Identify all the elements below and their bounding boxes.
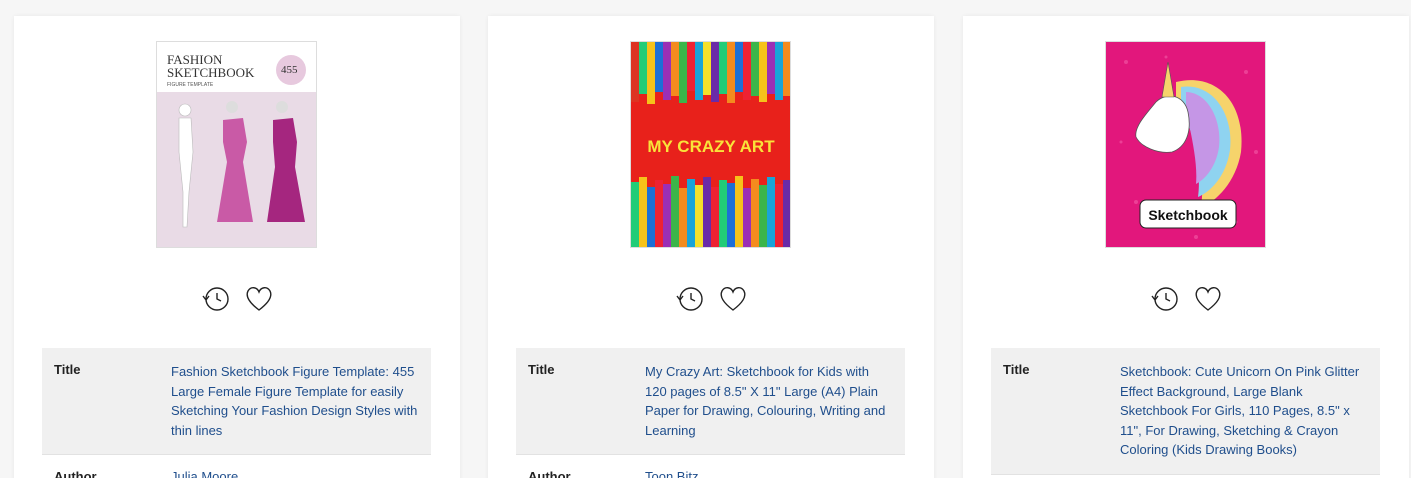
detail-label: Author (54, 469, 97, 478)
book-details: Title My Crazy Art: Sketchbook for Kids … (516, 348, 905, 478)
heart-icon[interactable] (243, 282, 275, 314)
cover-text: FIGURE TEMPLATE (167, 82, 214, 88)
detail-row-author: Author Julia Moore, (42, 455, 431, 478)
book-card: MY CRAZY ART Title My Crazy Art: Sketchb… (488, 16, 934, 478)
book-title-link[interactable]: Fashion Sketchbook Figure Template: 455 … (171, 362, 419, 440)
cover-text: MY CRAZY ART (647, 137, 775, 156)
detail-row-author: Author Toon Bitz, (516, 455, 905, 478)
book-author-link[interactable]: Julia Moore, (171, 469, 419, 478)
book-actions (963, 282, 1409, 319)
cover-text: SKETCHBOOK (167, 65, 255, 80)
detail-label: Author (528, 469, 571, 478)
heart-icon[interactable] (1192, 282, 1224, 314)
detail-row-title: Title My Crazy Art: Sketchbook for Kids … (516, 348, 905, 455)
detail-row-title: Title Sketchbook: Cute Unicorn On Pink G… (991, 348, 1380, 475)
cover-text: Sketchbook (1148, 207, 1228, 223)
book-cover-image[interactable]: Sketchbook (1105, 41, 1266, 248)
book-actions (488, 282, 934, 319)
book-card: FASHION SKETCHBOOK FIGURE TEMPLATE 455 T… (14, 16, 460, 478)
clock-history-icon[interactable] (199, 282, 231, 314)
book-cover-image[interactable]: MY CRAZY ART (630, 41, 791, 248)
book-title-link[interactable]: My Crazy Art: Sketchbook for Kids with 1… (645, 362, 893, 440)
detail-label: Title (528, 362, 555, 377)
detail-row-title: Title Fashion Sketchbook Figure Template… (42, 348, 431, 455)
heart-icon[interactable] (717, 282, 749, 314)
book-cover-image[interactable]: FASHION SKETCHBOOK FIGURE TEMPLATE 455 (156, 41, 317, 248)
book-details: Title Fashion Sketchbook Figure Template… (42, 348, 431, 478)
book-grid: FASHION SKETCHBOOK FIGURE TEMPLATE 455 T… (0, 0, 1411, 478)
clock-history-icon[interactable] (673, 282, 705, 314)
book-author-link[interactable]: Toon Bitz, (645, 469, 893, 478)
detail-label: Title (54, 362, 81, 377)
book-details: Title Sketchbook: Cute Unicorn On Pink G… (991, 348, 1380, 475)
book-card: Sketchbook Title Sketchbook: Cute Unicor… (963, 16, 1409, 478)
clock-history-icon[interactable] (1148, 282, 1180, 314)
cover-badge: 455 (281, 64, 298, 76)
book-actions (14, 282, 460, 319)
book-title-link[interactable]: Sketchbook: Cute Unicorn On Pink Glitter… (1120, 362, 1368, 460)
detail-label: Title (1003, 362, 1030, 377)
